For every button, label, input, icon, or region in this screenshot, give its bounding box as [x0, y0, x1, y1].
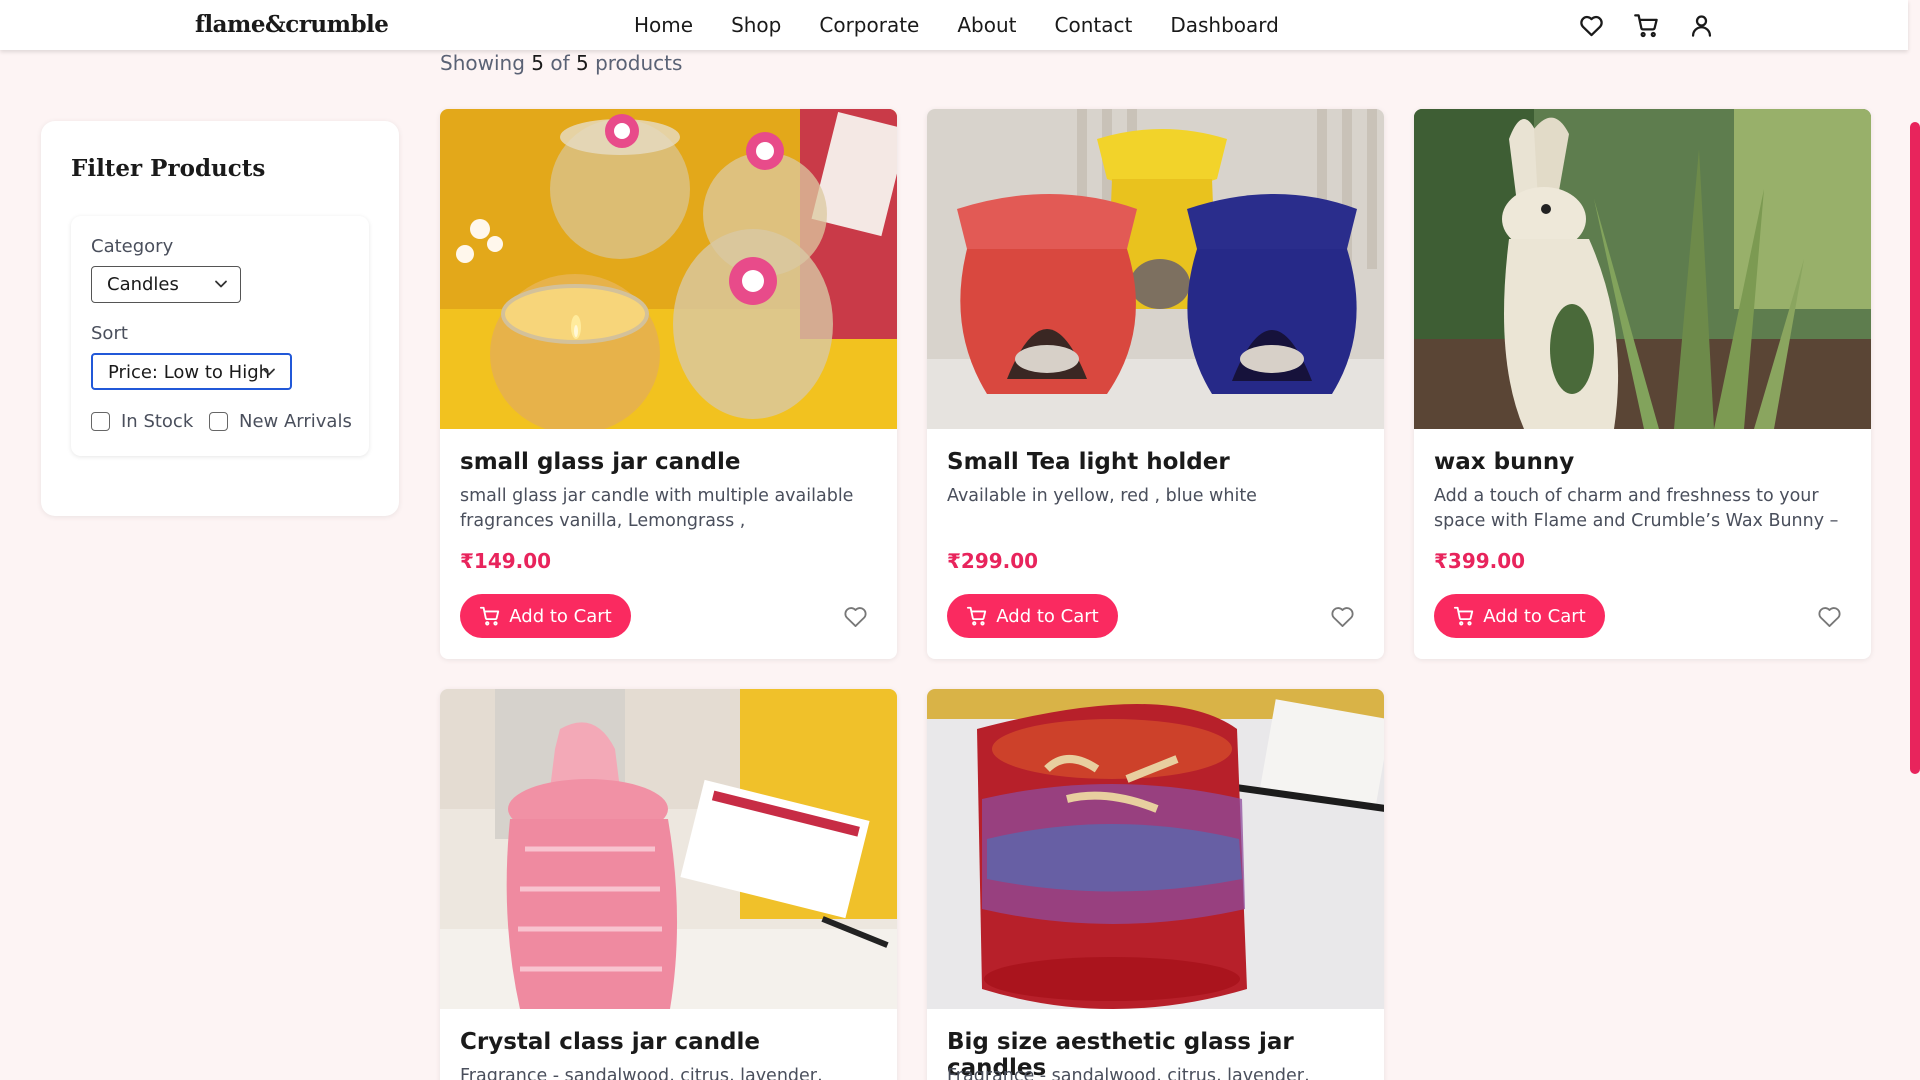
- heart-icon[interactable]: [1329, 603, 1356, 630]
- main-nav: Home Shop Corporate About Contact Dashbo…: [634, 0, 1317, 50]
- product-card[interactable]: wax bunny Add a touch of charm and fresh…: [1414, 109, 1871, 659]
- product-image[interactable]: [440, 689, 897, 1009]
- product-name[interactable]: Crystal class jar candle: [460, 1029, 760, 1055]
- category-label: Category: [91, 236, 174, 257]
- new-arrivals-label: New Arrivals: [239, 411, 352, 432]
- product-description: Fragrance - sandalwood, citrus, lavender…: [460, 1066, 823, 1080]
- user-icon[interactable]: [1688, 12, 1715, 39]
- product-name[interactable]: wax bunny: [1434, 449, 1574, 475]
- filter-title: Filter Products: [71, 155, 266, 182]
- cart-icon: [1454, 606, 1474, 626]
- add-to-cart-label: Add to Cart: [509, 605, 612, 627]
- product-price: ₹299.00: [947, 549, 1039, 573]
- heart-icon[interactable]: [842, 603, 869, 630]
- product-name[interactable]: Small Tea light holder: [947, 449, 1230, 475]
- nav-corporate[interactable]: Corporate: [819, 13, 919, 37]
- category-select-value: Candles: [107, 274, 179, 295]
- in-stock-checkbox[interactable]: [91, 412, 110, 431]
- nav-dashboard[interactable]: Dashboard: [1170, 13, 1279, 37]
- nav-home[interactable]: Home: [634, 13, 693, 37]
- new-arrivals-checkbox[interactable]: [209, 412, 228, 431]
- product-card[interactable]: Crystal class jar candle Fragrance - san…: [440, 689, 897, 1080]
- cart-icon: [967, 606, 987, 626]
- heart-icon[interactable]: [1578, 12, 1605, 39]
- filter-panel: Filter Products Category Candles Sort Pr…: [41, 121, 399, 516]
- sort-label: Sort: [91, 323, 128, 344]
- product-image[interactable]: [440, 109, 897, 429]
- heart-icon[interactable]: [1816, 603, 1843, 630]
- product-name[interactable]: small glass jar candle: [460, 449, 740, 475]
- page-scrollbar-thumb[interactable]: [1910, 122, 1920, 774]
- chevron-down-icon: [263, 368, 275, 376]
- add-to-cart-button[interactable]: Add to Cart: [1434, 594, 1605, 638]
- add-to-cart-button[interactable]: Add to Cart: [947, 594, 1118, 638]
- product-description: small glass jar candle with multiple ava…: [460, 486, 854, 531]
- product-card[interactable]: small glass jar candle small glass jar c…: [440, 109, 897, 659]
- in-stock-label: In Stock: [121, 411, 194, 432]
- brand-logo[interactable]: flame&crumble: [195, 11, 389, 38]
- cart-icon[interactable]: [1633, 12, 1660, 39]
- header-actions: [1578, 12, 1715, 39]
- new-arrivals-filter[interactable]: New Arrivals: [209, 411, 352, 432]
- results-count: Showing 5 of 5 products: [440, 51, 683, 75]
- product-image[interactable]: [927, 689, 1384, 1009]
- product-card[interactable]: Big size aesthetic glass jar candles Fra…: [927, 689, 1384, 1080]
- product-image[interactable]: [927, 109, 1384, 429]
- top-navbar: flame&crumble Home Shop Corporate About …: [0, 0, 1908, 50]
- sort-select[interactable]: Price: Low to High: [91, 353, 292, 390]
- product-description: Add a touch of charm and freshness to yo…: [1434, 486, 1839, 531]
- nav-about[interactable]: About: [957, 13, 1016, 37]
- nav-contact[interactable]: Contact: [1055, 13, 1133, 37]
- nav-shop[interactable]: Shop: [731, 13, 781, 37]
- category-select[interactable]: Candles: [91, 266, 241, 303]
- in-stock-filter[interactable]: In Stock: [91, 411, 193, 432]
- add-to-cart-label: Add to Cart: [1483, 605, 1586, 627]
- chevron-down-icon: [215, 280, 227, 288]
- add-to-cart-label: Add to Cart: [996, 605, 1099, 627]
- product-price: ₹399.00: [1434, 549, 1526, 573]
- product-card[interactable]: Small Tea light holder Available in yell…: [927, 109, 1384, 659]
- product-description: Available in yellow, red , blue white: [947, 486, 1257, 506]
- product-price: ₹149.00: [460, 549, 552, 573]
- cart-icon: [480, 606, 500, 626]
- sort-select-value: Price: Low to High: [108, 362, 271, 383]
- product-image[interactable]: [1414, 109, 1871, 429]
- add-to-cart-button[interactable]: Add to Cart: [460, 594, 631, 638]
- product-description: Fragrance - sandalwood, citrus, lavender…: [947, 1066, 1310, 1080]
